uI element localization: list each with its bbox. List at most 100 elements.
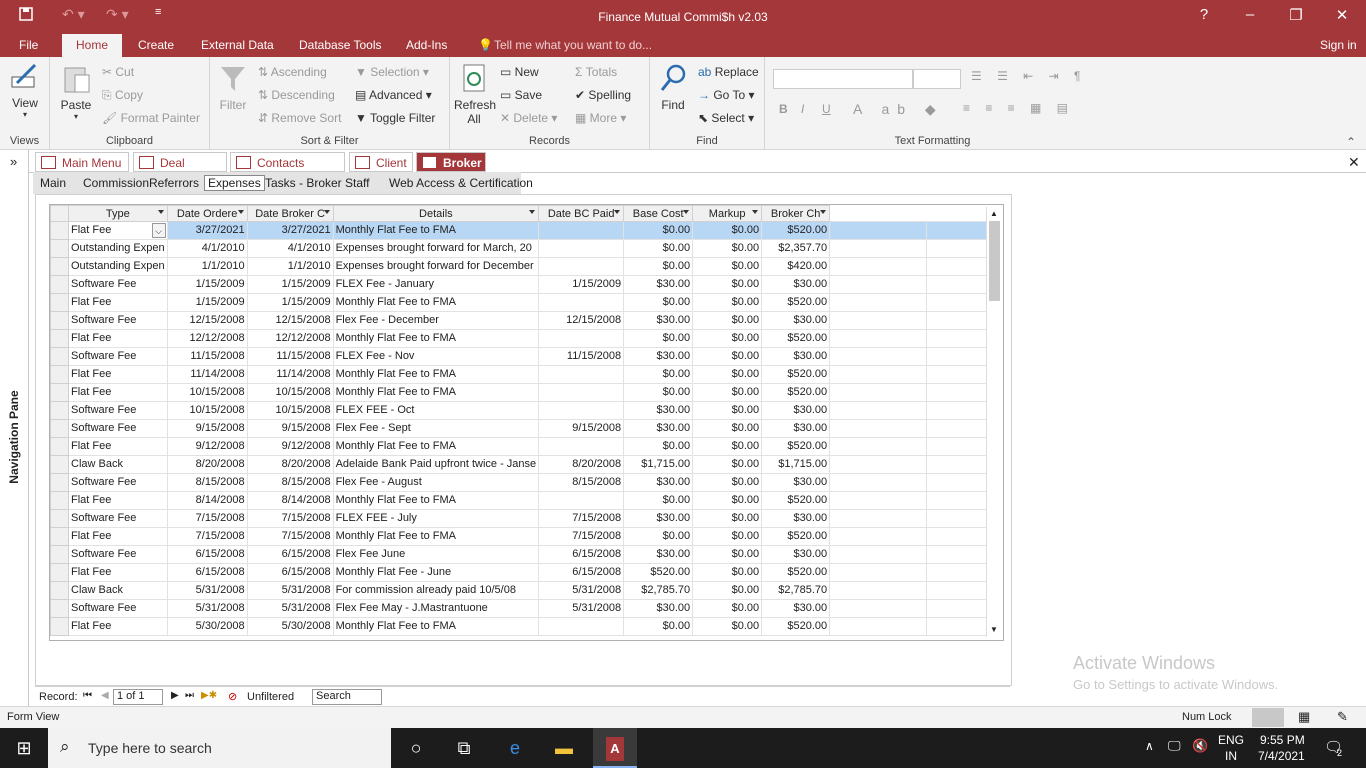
tab-file[interactable]: File	[19, 38, 38, 52]
table-cell[interactable]: $520.00	[761, 563, 831, 582]
table-cell[interactable]: Flat Fee	[68, 293, 168, 312]
close-document-icon[interactable]: ✕	[1348, 154, 1360, 171]
subtab-web-access[interactable]: Web Access & Certification	[389, 176, 533, 190]
table-cell[interactable]: $30.00	[761, 599, 831, 618]
table-cell[interactable]: 5/31/2008	[538, 581, 625, 600]
table-cell[interactable]: Software Fee	[68, 599, 168, 618]
table-cell[interactable]: $30.00	[761, 275, 831, 294]
table-cell[interactable]	[538, 293, 625, 312]
table-cell[interactable]: $520.00	[761, 437, 831, 456]
table-row[interactable]: Software Fee 8/15/2008 8/15/2008 Flex Fee -…	[50, 473, 990, 492]
table-cell[interactable]: $0.00	[692, 311, 763, 330]
table-cell[interactable]: Flat Fee	[68, 437, 168, 456]
table-cell[interactable]: $0.00	[692, 293, 763, 312]
table-cell[interactable]: $30.00	[623, 509, 694, 528]
col-header-date-broker[interactable]: Date Broker C	[246, 205, 334, 222]
table-row[interactable]: Flat Fee 10/15/2008 10/15/2008 Monthly Flat…	[50, 383, 990, 402]
task-view-icon[interactable]: ⧉	[452, 736, 476, 760]
table-cell[interactable]: Flex Fee - Sept	[332, 419, 540, 438]
table-cell[interactable]	[538, 365, 625, 384]
table-cell[interactable]: 8/20/2008	[246, 455, 334, 474]
table-cell[interactable]: $30.00	[761, 401, 831, 420]
table-cell[interactable]: $30.00	[761, 311, 831, 330]
table-cell[interactable]: 12/15/2008	[538, 311, 625, 330]
table-cell[interactable]: Claw Back	[68, 581, 168, 600]
table-cell[interactable]: 5/31/2008	[246, 581, 334, 600]
table-cell[interactable]: 5/30/2008	[166, 617, 248, 636]
table-cell[interactable]: $0.00	[692, 509, 763, 528]
table-cell[interactable]: 11/15/2008	[166, 347, 248, 366]
table-cell[interactable]: 9/12/2008	[246, 437, 334, 456]
vertical-scrollbar[interactable]: ▲ ▼	[986, 207, 1002, 637]
row-selector[interactable]	[50, 581, 69, 600]
row-selector[interactable]	[50, 221, 69, 240]
table-row[interactable]: Software Fee 5/31/2008 5/31/2008 Flex Fee M…	[50, 599, 990, 618]
table-cell[interactable]: 5/31/2008	[538, 599, 625, 618]
table-cell[interactable]: 10/15/2008	[246, 383, 334, 402]
language-secondary[interactable]: IN	[1225, 749, 1237, 763]
table-cell[interactable]: 7/15/2008	[538, 509, 625, 528]
table-cell[interactable]: $30.00	[623, 311, 694, 330]
table-cell[interactable]: $0.00	[692, 419, 763, 438]
table-row[interactable]: Flat Fee 7/15/2008 7/15/2008 Monthly Flat F…	[50, 527, 990, 546]
taskbar-search-box[interactable]: ⌕ Type here to search	[48, 728, 391, 768]
format-painter-button[interactable]: 🖌 Format Painter	[102, 111, 200, 125]
dropdown-arrow-icon[interactable]	[529, 210, 536, 214]
table-cell[interactable]: $0.00	[692, 401, 763, 420]
table-cell[interactable]: Flat Fee	[68, 491, 168, 510]
row-selector[interactable]	[50, 527, 69, 546]
table-cell[interactable]: 12/15/2008	[246, 311, 334, 330]
find-button[interactable]: Find	[656, 63, 690, 112]
table-row[interactable]: Software Fee 9/15/2008 9/15/2008 Flex Fee -…	[50, 419, 990, 438]
row-selector[interactable]	[50, 275, 69, 294]
subtab-commission[interactable]: Commission	[83, 176, 149, 190]
table-cell[interactable]: 6/15/2008	[166, 545, 248, 564]
table-cell[interactable]: 11/15/2008	[538, 347, 625, 366]
last-record-icon[interactable]: ⏭	[185, 690, 194, 701]
table-cell[interactable]: $0.00	[692, 275, 763, 294]
row-selector[interactable]	[50, 437, 69, 456]
filter-button[interactable]: Filter	[218, 63, 248, 112]
table-cell[interactable]: $30.00	[623, 275, 694, 294]
subtab-staff[interactable]: Staff	[345, 176, 369, 190]
toggle-filter-button[interactable]: ▼ Toggle Filter	[355, 111, 435, 125]
table-cell[interactable]: $0.00	[692, 527, 763, 546]
table-cell[interactable]: $0.00	[692, 491, 763, 510]
font-color-icons[interactable]: A ab ◆	[853, 101, 944, 118]
col-header-date-bc-paid[interactable]: Date BC Paid	[538, 205, 625, 222]
table-cell[interactable]: 9/15/2008	[538, 419, 625, 438]
table-row[interactable]: Flat Fee 6/15/2008 6/15/2008 Monthly Flat F…	[50, 563, 990, 582]
table-cell[interactable]: Monthly Flat Fee to FMA	[332, 491, 540, 510]
table-cell[interactable]: 5/31/2008	[166, 581, 248, 600]
row-selector[interactable]	[50, 491, 69, 510]
table-cell[interactable]: $520.00	[761, 365, 831, 384]
table-cell[interactable]: 3/27/2021	[246, 221, 334, 240]
align-icons[interactable]: ≡ ≡ ≡ ▦ ▤	[963, 101, 1074, 115]
tab-external-data[interactable]: External Data	[201, 38, 274, 52]
table-cell[interactable]: Software Fee	[68, 545, 168, 564]
tell-me-box[interactable]: Tell me what you want to do...	[494, 38, 652, 52]
row-selector[interactable]	[50, 257, 69, 276]
table-cell[interactable]: Monthly Flat Fee to FMA	[332, 527, 540, 546]
table-cell[interactable]: Monthly Flat Fee to FMA	[332, 383, 540, 402]
table-row[interactable]: Flat Fee 11/14/2008 11/14/2008 Monthly Flat…	[50, 365, 990, 384]
table-cell[interactable]: 8/20/2008	[538, 455, 625, 474]
row-selector[interactable]	[50, 473, 69, 492]
table-cell[interactable]: 11/14/2008	[246, 365, 334, 384]
subtab-referrors[interactable]: Referrors	[149, 176, 199, 190]
row-selector[interactable]	[50, 509, 69, 528]
table-cell[interactable]: Expenses brought forward for March, 20	[332, 239, 540, 258]
table-cell[interactable]: $0.00	[692, 221, 763, 240]
combo-dropdown-icon[interactable]: ⌵	[151, 223, 166, 238]
table-cell[interactable]: $1,715.00	[623, 455, 694, 474]
windows-start-icon[interactable]: ⊞	[12, 736, 36, 760]
table-cell[interactable]	[538, 491, 625, 510]
row-selector[interactable]	[50, 599, 69, 618]
table-cell[interactable]	[538, 437, 625, 456]
file-explorer-icon[interactable]: ▬	[552, 736, 576, 760]
table-cell[interactable]: 9/12/2008	[166, 437, 248, 456]
clock-date[interactable]: 7/4/2021	[1258, 749, 1305, 763]
table-cell[interactable]: $0.00	[692, 581, 763, 600]
table-cell[interactable]: Software Fee	[68, 419, 168, 438]
save-record-button[interactable]: ▭ Save	[500, 88, 542, 102]
